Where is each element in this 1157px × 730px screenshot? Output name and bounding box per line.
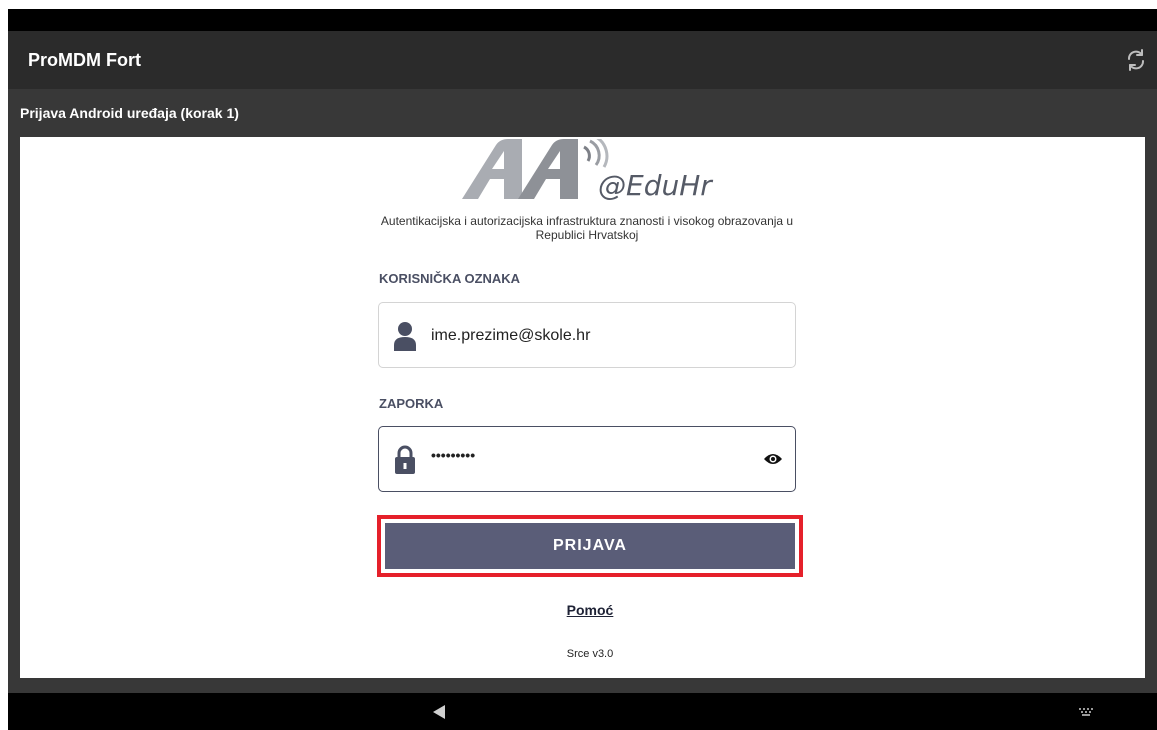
version-text: Srce v3.0	[566, 648, 614, 660]
content-frame: @EduHr Autentikacijska i autorizacijska …	[8, 137, 1157, 693]
user-icon	[394, 322, 416, 351]
lock-icon	[395, 445, 415, 474]
password-input[interactable]: •••••••••	[431, 447, 741, 469]
username-label: KORISNIČKA OZNAKA	[379, 271, 521, 286]
back-icon[interactable]	[432, 704, 446, 720]
login-button[interactable]: PRIJAVA	[385, 523, 795, 569]
page-subtitle-bar: Prijava Android uređaja (korak 1)	[8, 89, 1157, 137]
logo-tagline: Autentikacijska i autorizacijska infrast…	[380, 214, 794, 242]
keyboard-icon[interactable]	[1079, 708, 1093, 716]
page-subtitle: Prijava Android uređaja (korak 1)	[20, 105, 239, 121]
login-webview: @EduHr Autentikacijska i autorizacijska …	[20, 137, 1145, 678]
app-bar: ProMDM Fort	[8, 31, 1157, 89]
help-link[interactable]: Pomoć	[377, 602, 803, 618]
refresh-icon[interactable]	[1123, 47, 1149, 73]
username-input[interactable]	[431, 325, 741, 347]
password-label: ZAPORKA	[379, 396, 444, 411]
password-field[interactable]: •••••••••	[378, 426, 796, 492]
svg-text:@EduHr: @EduHr	[598, 169, 713, 201]
aai-eduhr-logo: @EduHr	[462, 139, 713, 201]
app-title: ProMDM Fort	[28, 50, 141, 70]
system-nav-bar	[8, 693, 1157, 730]
username-field[interactable]	[378, 302, 796, 368]
login-button-highlight: PRIJAVA	[377, 515, 803, 577]
device-screen: ProMDM Fort Prijava Android uređaja (kor…	[8, 9, 1157, 730]
eye-icon[interactable]	[763, 451, 783, 467]
